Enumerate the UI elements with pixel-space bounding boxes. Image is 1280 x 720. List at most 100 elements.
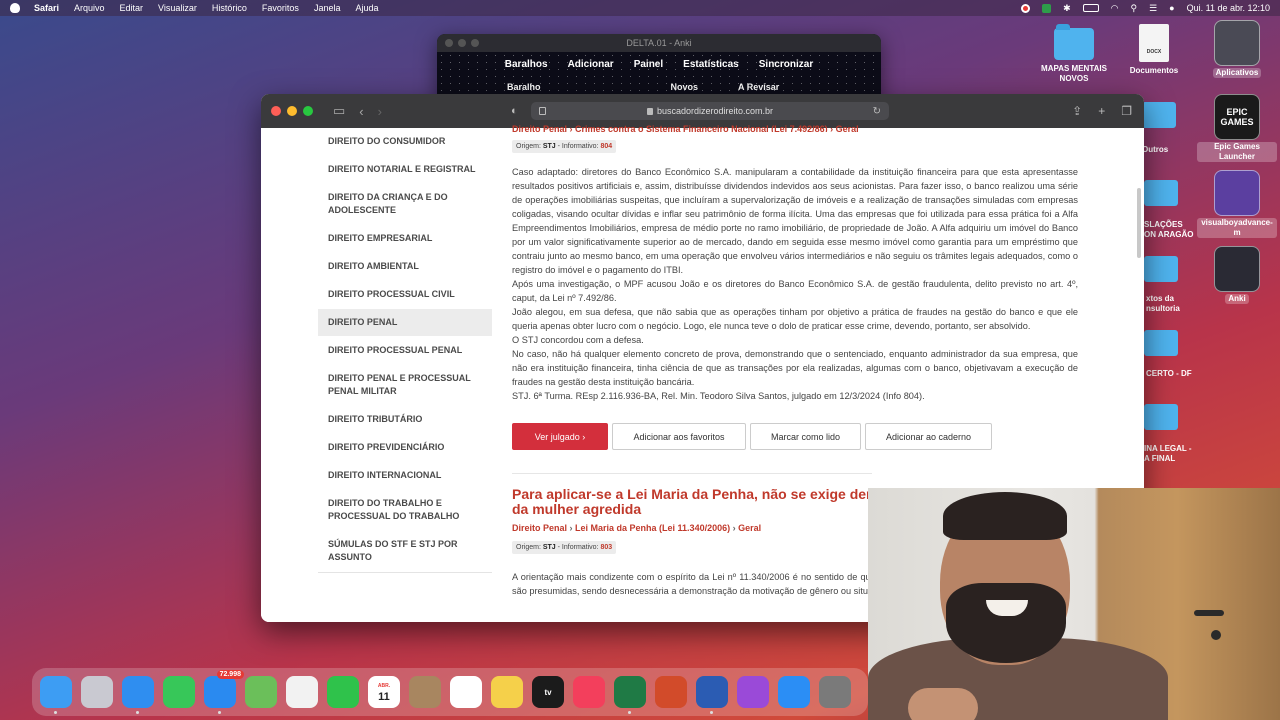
sidebar-item-ambiental[interactable]: DIREITO AMBIENTAL — [318, 253, 492, 281]
menu-item-ajuda[interactable]: Ajuda — [355, 3, 378, 13]
appstore-icon[interactable] — [778, 676, 810, 708]
menu-item-janela[interactable]: Janela — [314, 3, 341, 13]
sidebar-item-tributario[interactable]: DIREITO TRIBUTÁRIO — [318, 406, 492, 434]
close-button[interactable] — [445, 39, 453, 47]
address-bar[interactable]: ◐ buscadordizerodireito.com.br ↻ — [511, 102, 889, 120]
tv-icon[interactable]: tv — [532, 676, 564, 708]
sidebar-item-crianca[interactable]: DIREITO DA CRIANÇA E DO ADOLESCENTE — [318, 184, 492, 225]
anki-nav-estatisticas[interactable]: Estatísticas — [683, 59, 739, 70]
menu-item-editar[interactable]: Editar — [120, 3, 144, 13]
close-button[interactable] — [271, 106, 281, 116]
sidebar-item-notarial[interactable]: DIREITO NOTARIAL E REGISTRAL — [318, 156, 492, 184]
anki-col-novos: Novos — [670, 82, 699, 92]
desktop-aplicativos[interactable]: Aplicativos — [1197, 20, 1277, 78]
page-menu-icon[interactable] — [539, 107, 546, 115]
sidebar-item-processual-penal[interactable]: DIREITO PROCESSUAL PENAL — [318, 337, 492, 365]
folder-icon[interactable] — [1142, 102, 1176, 128]
safari-icon[interactable] — [122, 676, 154, 714]
finder-icon[interactable] — [40, 676, 72, 714]
new-tab-icon[interactable]: + — [1098, 104, 1105, 118]
sidebar-item-trabalho[interactable]: DIREITO DO TRABALHO E PROCESSUAL DO TRAB… — [318, 490, 492, 531]
sidebar-toggle-icon[interactable]: ▭ — [333, 103, 345, 119]
scrollbar[interactable] — [1137, 188, 1141, 258]
reload-icon[interactable]: ↻ — [873, 106, 881, 117]
menu-item-favoritos[interactable]: Favoritos — [262, 3, 299, 13]
anki-nav-painel[interactable]: Painel — [634, 59, 663, 70]
sidebar-item-penal-militar[interactable]: DIREITO PENAL E PROCESSUAL PENAL MILITAR — [318, 365, 492, 406]
add-notebook-button[interactable]: Adicionar ao caderno — [865, 423, 992, 450]
sidebar-item-sumulas[interactable]: SÚMULAS DO STF E STJ POR ASSUNTO — [318, 531, 492, 572]
battery-icon[interactable] — [1082, 4, 1099, 12]
excel-icon[interactable] — [614, 676, 646, 714]
mark-read-button[interactable]: Marcar como lido — [750, 423, 861, 450]
desktop-anki[interactable]: Anki — [1197, 246, 1277, 304]
siri-icon[interactable]: ● — [1169, 3, 1174, 13]
url-text[interactable]: buscadordizerodireito.com.br — [657, 106, 773, 116]
menu-item-visualizar[interactable]: Visualizar — [158, 3, 197, 13]
music-icon[interactable] — [573, 676, 605, 708]
minimize-button[interactable] — [458, 39, 466, 47]
brazil-flag-icon[interactable] — [1042, 3, 1052, 13]
contacts-icon[interactable] — [409, 676, 441, 708]
folder-icon[interactable] — [1144, 256, 1178, 282]
desktop-label: INA LEGAL - A FINAL — [1144, 444, 1192, 463]
zoom-button[interactable] — [303, 106, 313, 116]
word-icon[interactable] — [696, 676, 728, 714]
maps-icon[interactable] — [245, 676, 277, 708]
launchpad-icon[interactable] — [81, 676, 113, 708]
apple-icon[interactable] — [10, 3, 20, 13]
sidebar-item-penal[interactable]: DIREITO PENAL — [318, 309, 492, 337]
podcasts-icon[interactable] — [737, 676, 769, 708]
forward-icon[interactable]: › — [378, 104, 382, 119]
folder-icon[interactable] — [1144, 330, 1178, 356]
calendar-icon[interactable]: ABR. 11 — [368, 676, 400, 708]
back-icon[interactable]: ‹ — [359, 104, 363, 119]
privacy-shield-icon[interactable]: ◐ — [511, 105, 518, 117]
menu-clock[interactable]: Qui. 11 de abr. 12:10 — [1187, 3, 1270, 13]
zoom-button[interactable] — [471, 39, 479, 47]
bluetooth-icon[interactable]: ✱ — [1063, 3, 1071, 14]
control-center-icon[interactable]: ☰ — [1149, 3, 1157, 14]
search-icon[interactable]: ⚲ — [1130, 3, 1137, 14]
sidebar-item-consumidor[interactable]: DIREITO DO CONSUMIDOR — [318, 128, 492, 156]
sidebar-item-empresarial[interactable]: DIREITO EMPRESARIAL — [318, 225, 492, 253]
tab-overview-icon[interactable]: ❐ — [1121, 104, 1132, 118]
breadcrumb-link[interactable]: Lei Maria da Penha (Lei 11.340/2006) — [575, 523, 730, 533]
desktop-visualboy[interactable]: visualboyadvance-m — [1197, 170, 1277, 238]
notes-icon[interactable] — [491, 676, 523, 708]
desktop-epic-games[interactable]: EPIC GAMES Epic Games Launcher — [1197, 94, 1277, 162]
menu-app-name[interactable]: Safari — [34, 3, 59, 13]
reminders-icon[interactable] — [450, 676, 482, 708]
share-icon[interactable]: ⇪ — [1072, 104, 1082, 118]
desktop-label: Aplicativos — [1212, 68, 1262, 78]
system-settings-icon[interactable] — [819, 676, 851, 708]
anki-nav-sincronizar[interactable]: Sincronizar — [759, 59, 813, 70]
facetime-icon[interactable] — [327, 676, 359, 708]
anki-nav-baralhos[interactable]: Baralhos — [505, 59, 548, 70]
article-breadcrumb[interactable]: Direito Penal › Crimes contra o Sistema … — [512, 124, 1078, 132]
sidebar-item-previdenciario[interactable]: DIREITO PREVIDENCIÁRIO — [318, 434, 492, 462]
desktop-folder-mapas[interactable]: MAPAS MENTAIS NOVOS — [1034, 24, 1114, 84]
anki-nav-adicionar[interactable]: Adicionar — [568, 59, 614, 70]
desktop-label: SLAÇÕES ON ARAGÃO — [1144, 220, 1194, 239]
ver-julgado-button[interactable]: Ver julgado › — [512, 423, 608, 450]
record-icon[interactable] — [1021, 3, 1031, 13]
powerpoint-icon[interactable] — [655, 676, 687, 708]
sidebar-item-internacional[interactable]: DIREITO INTERNACIONAL — [318, 462, 492, 490]
breadcrumb-link[interactable]: Direito Penal — [512, 523, 567, 533]
sidebar-item-processual-civil[interactable]: DIREITO PROCESSUAL CIVIL — [318, 281, 492, 309]
photos-icon[interactable] — [286, 676, 318, 708]
desktop-documentos[interactable]: DOCX Documentos — [1114, 24, 1194, 76]
door-handle — [1194, 610, 1224, 616]
minimize-button[interactable] — [287, 106, 297, 116]
wifi-icon[interactable]: ◠ — [1111, 3, 1119, 14]
mail-icon[interactable]: 72.998 — [204, 670, 244, 714]
folder-icon[interactable] — [1144, 180, 1178, 206]
menu-item-arquivo[interactable]: Arquivo — [74, 3, 105, 13]
messages-icon[interactable] — [163, 676, 195, 708]
menu-item-historico[interactable]: Histórico — [212, 3, 247, 13]
anki-titlebar[interactable]: DELTA.01 - Anki — [437, 34, 881, 52]
folder-icon[interactable] — [1144, 404, 1178, 430]
breadcrumb-link[interactable]: Geral — [738, 523, 761, 533]
add-favorites-button[interactable]: Adicionar aos favoritos — [612, 423, 746, 450]
